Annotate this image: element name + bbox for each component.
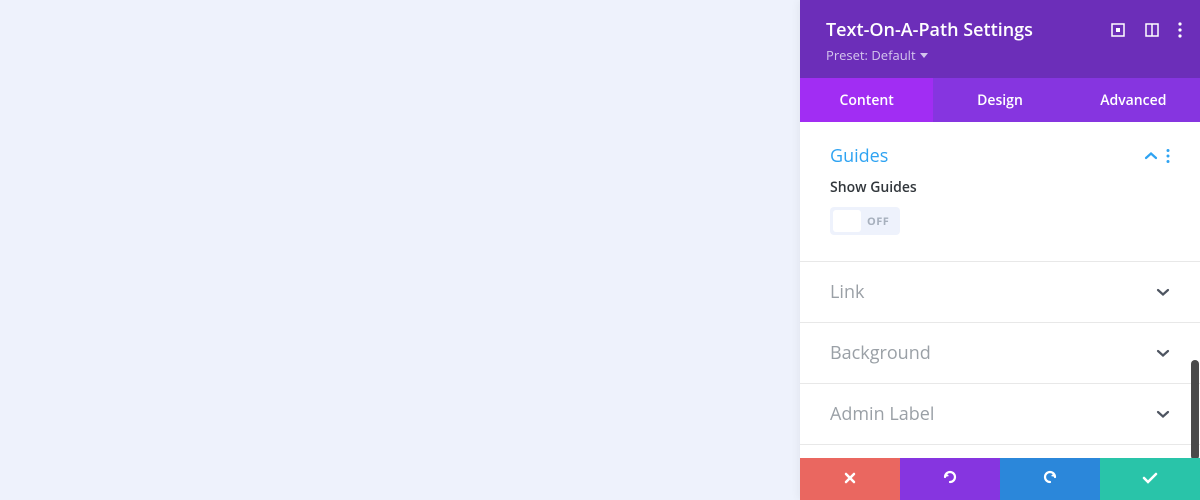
toggle-state-label: OFF [861,214,897,229]
tab-advanced[interactable]: Advanced [1067,78,1200,122]
chevron-down-icon [1156,349,1170,357]
section-header-admin-label[interactable]: Admin Label [800,384,1200,444]
cancel-button[interactable] [800,458,900,500]
undo-icon [941,468,959,491]
section-guides: Guides Show Guides [800,122,1200,262]
section-more-icon[interactable] [1166,148,1170,164]
tab-content[interactable]: Content [800,78,933,122]
section-title-background: Background [830,341,931,365]
section-header-guides[interactable]: Guides [800,122,1200,178]
section-title-admin-label: Admin Label [830,402,934,426]
expand-icon[interactable] [1110,22,1126,38]
canvas-area[interactable] [0,0,800,500]
preset-dropdown[interactable]: Preset: Default [826,46,1180,64]
show-guides-toggle[interactable]: OFF [830,207,900,235]
settings-panel: Text-On-A-Path Settings Preset: Default [800,0,1200,500]
section-admin-label: Admin Label [800,384,1200,445]
check-icon [1141,468,1159,490]
chevron-up-icon [1144,152,1158,160]
section-background: Background [800,323,1200,384]
panel-header: Text-On-A-Path Settings Preset: Default [800,0,1200,78]
snap-icon[interactable] [1144,22,1160,38]
section-header-background[interactable]: Background [800,323,1200,383]
section-link: Link [800,262,1200,323]
redo-icon [1041,468,1059,491]
section-content-guides: Show Guides OFF [800,178,1200,261]
header-icons [1110,22,1182,38]
chevron-down-icon [1156,410,1170,418]
toggle-handle [833,210,861,232]
chevron-down-icon [1156,288,1170,296]
close-icon [843,468,857,490]
scrollbar[interactable] [1191,360,1199,458]
undo-button[interactable] [900,458,1000,500]
preset-value: Default [871,46,915,64]
redo-button[interactable] [1000,458,1100,500]
panel-footer [800,458,1200,500]
panel-body: Guides Show Guides [800,122,1200,458]
more-options-icon[interactable] [1178,22,1182,38]
save-button[interactable] [1100,458,1200,500]
section-title-link: Link [830,280,864,304]
tab-design[interactable]: Design [933,78,1066,122]
tabs: Content Design Advanced [800,78,1200,122]
section-header-link[interactable]: Link [800,262,1200,322]
caret-down-icon [920,53,928,58]
preset-prefix: Preset: [826,46,868,64]
show-guides-label: Show Guides [830,178,1170,197]
section-title-guides: Guides [830,144,888,168]
